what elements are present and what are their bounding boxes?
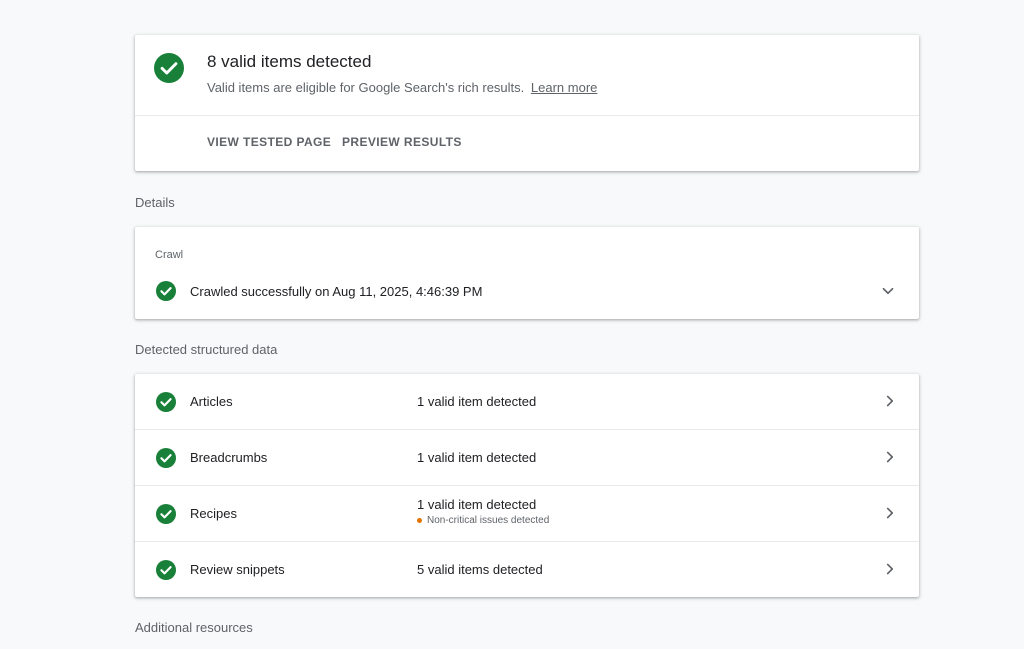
summary-card: 8 valid items detected Valid items are e… xyxy=(135,35,919,171)
summary-actions: VIEW TESTED PAGE PREVIEW RESULTS xyxy=(135,116,919,170)
row-status: 1 valid item detected xyxy=(417,394,537,409)
row-status: 1 valid item detected xyxy=(417,450,537,465)
chevron-right-icon xyxy=(886,507,894,519)
structured-row-breadcrumbs[interactable]: Breadcrumbs 1 valid item detected xyxy=(135,430,919,486)
chevron-right-icon xyxy=(886,563,894,575)
structured-row-recipes[interactable]: Recipes 1 valid item detected Non-critic… xyxy=(135,486,919,542)
check-circle-icon xyxy=(156,504,176,524)
row-status: 5 valid items detected xyxy=(417,562,543,577)
row-name: Review snippets xyxy=(190,562,285,577)
structured-row-articles[interactable]: Articles 1 valid item detected xyxy=(135,374,919,430)
row-name: Recipes xyxy=(190,506,237,521)
crawl-card[interactable]: Crawl Crawled successfully on Aug 11, 20… xyxy=(135,227,919,319)
chevron-down-icon[interactable] xyxy=(879,282,897,300)
summary-header: 8 valid items detected Valid items are e… xyxy=(135,35,919,116)
warning-dot-icon xyxy=(417,518,422,523)
preview-results-button[interactable]: PREVIEW RESULTS xyxy=(342,135,462,149)
check-circle-icon xyxy=(156,281,176,301)
row-name: Breadcrumbs xyxy=(190,450,268,465)
view-tested-page-button[interactable]: VIEW TESTED PAGE xyxy=(207,135,331,149)
check-circle-icon xyxy=(154,53,184,83)
structured-row-review-snippets[interactable]: Review snippets 5 valid items detected xyxy=(135,542,919,598)
summary-subtitle-text: Valid items are eligible for Google Sear… xyxy=(207,80,525,95)
summary-subtitle: Valid items are eligible for Google Sear… xyxy=(207,80,597,95)
check-circle-icon xyxy=(156,560,176,580)
row-note-text: Non-critical issues detected xyxy=(427,515,550,526)
page: 8 valid items detected Valid items are e… xyxy=(0,0,1024,649)
summary-title: 8 valid items detected xyxy=(207,52,372,71)
row-name: Articles xyxy=(190,394,233,409)
chevron-right-icon xyxy=(886,451,894,463)
crawl-heading: Crawl xyxy=(155,249,184,261)
row-status: 1 valid item detected xyxy=(417,497,537,512)
check-circle-icon xyxy=(156,392,176,412)
structured-data-card: Articles 1 valid item detected Breadcrum… xyxy=(135,374,919,597)
crawl-status: Crawled successfully on Aug 11, 2025, 4:… xyxy=(190,284,483,299)
additional-section-label: Additional resources xyxy=(135,620,253,635)
structured-section-label: Detected structured data xyxy=(135,342,278,357)
chevron-right-icon xyxy=(886,395,894,407)
learn-more-link[interactable]: Learn more xyxy=(531,80,597,95)
row-warning-note: Non-critical issues detected xyxy=(417,515,549,526)
check-circle-icon xyxy=(156,448,176,468)
details-section-label: Details xyxy=(135,195,175,210)
